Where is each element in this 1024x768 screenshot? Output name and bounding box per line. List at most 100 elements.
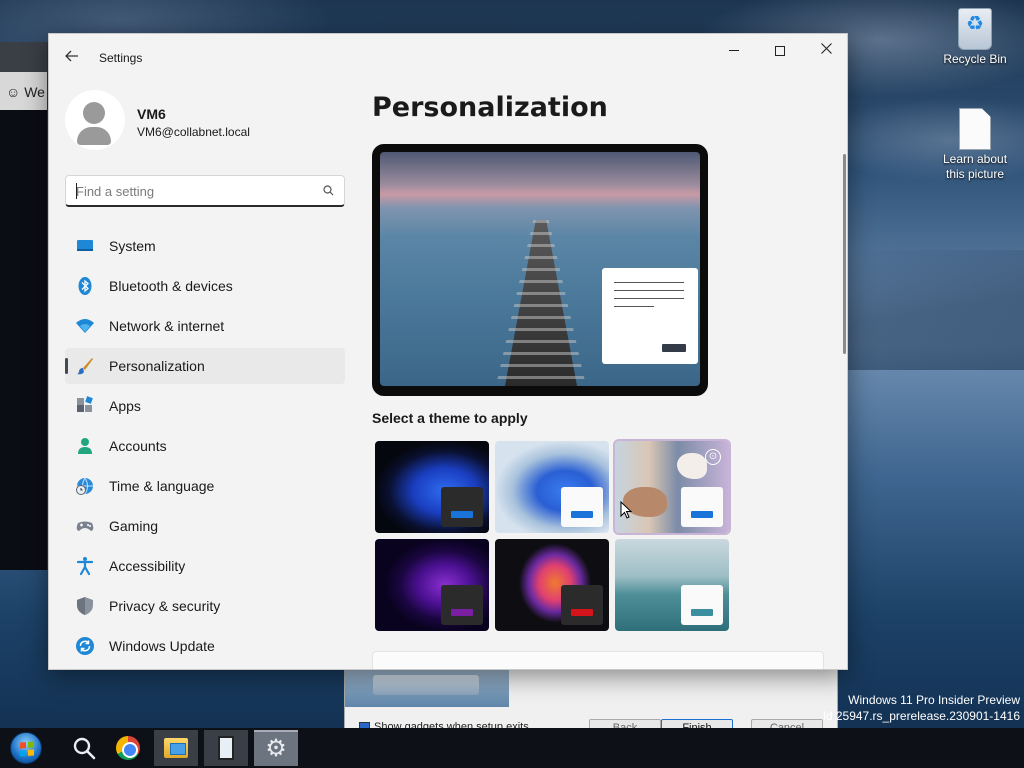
settings-card[interactable]	[372, 651, 824, 669]
page-title: Personalization	[372, 92, 608, 123]
recycle-bin-label: Recycle Bin	[943, 52, 1007, 66]
desktop-mountain	[848, 250, 1024, 370]
title-bar: Settings	[49, 34, 847, 82]
sidebar-item-label: Personalization	[109, 358, 205, 374]
flower-image	[677, 453, 707, 479]
learn-picture-shortcut[interactable]: Learn about this picture	[935, 108, 1015, 182]
sidebar-item-privacy[interactable]: Privacy & security	[65, 588, 345, 624]
taskbar-chrome-button[interactable]	[106, 730, 150, 766]
person-icon	[78, 438, 92, 454]
theme-preview	[372, 144, 708, 396]
theme-tile-dark-bloom[interactable]	[375, 441, 489, 533]
user-email: VM6@collabnet.local	[137, 125, 250, 139]
theme-mini-window	[561, 487, 603, 527]
sidebar-item-label: Bluetooth & devices	[109, 278, 233, 294]
chrome-icon	[116, 736, 140, 760]
theme-mini-window	[561, 585, 603, 625]
accessibility-icon	[76, 557, 94, 576]
theme-accent-swatch	[571, 609, 593, 616]
theme-mini-window	[441, 585, 483, 625]
theme-accent-swatch	[451, 609, 473, 616]
background-window-title: We	[24, 84, 45, 100]
sidebar-item-system[interactable]: System	[65, 228, 345, 264]
back-button[interactable]	[61, 48, 83, 68]
watermark-build: ld 25947.rs_prerelease.230901-1416	[823, 709, 1020, 723]
document-icon	[959, 108, 991, 150]
sidebar-item-apps[interactable]: Apps	[65, 388, 345, 424]
theme-accent-swatch	[691, 609, 713, 616]
background-window[interactable]: ☺ We	[0, 42, 48, 570]
theme-accent-swatch	[571, 511, 593, 518]
maximize-button[interactable]	[757, 34, 803, 66]
sidebar-item-label: Accounts	[109, 438, 167, 454]
spotlight-badge-icon: ⊙	[705, 449, 721, 465]
taskbar-server-button[interactable]	[204, 730, 248, 766]
app-title: Settings	[99, 51, 143, 65]
setup-dialog: Show gadgets when setup exits Back Finis…	[344, 668, 838, 739]
update-icon	[76, 637, 94, 655]
theme-tile-captured-motion[interactable]	[495, 539, 609, 631]
background-window-titlebar	[0, 42, 47, 72]
sidebar-item-windows-update[interactable]: Windows Update	[65, 628, 345, 664]
preview-window-sample	[602, 268, 698, 364]
smile-icon: ☺	[6, 84, 21, 100]
text-caret	[76, 183, 77, 199]
taskbar-explorer-button[interactable]	[154, 730, 198, 766]
bluetooth-icon	[78, 277, 92, 295]
minimize-button[interactable]	[711, 34, 757, 66]
sidebar-item-label: Time & language	[109, 478, 215, 494]
sidebar-item-label: Privacy & security	[109, 598, 221, 614]
theme-tile-flow[interactable]	[615, 539, 729, 631]
file-explorer-icon	[164, 738, 188, 758]
sidebar-item-label: System	[109, 238, 156, 254]
close-icon	[820, 43, 832, 54]
build-watermark: Windows 11 Pro Insider Preview ld 25947.…	[823, 692, 1020, 724]
settings-icon: ⚙	[265, 735, 287, 762]
taskbar-search-button[interactable]	[62, 730, 106, 766]
taskbar-settings-button[interactable]: ⚙	[254, 730, 298, 766]
search-icon	[73, 737, 96, 760]
avatar[interactable]	[65, 90, 125, 150]
sidebar-item-time-language[interactable]: Time & language	[65, 468, 345, 504]
theme-accent-swatch	[691, 511, 713, 518]
shield-icon	[77, 597, 93, 615]
search-icon	[323, 185, 334, 196]
sidebar-item-gaming[interactable]: Gaming	[65, 508, 345, 544]
taskbar: ⚙	[0, 728, 1024, 768]
background-window-header: ☺ We	[0, 72, 47, 110]
watermark-edition: Windows 11 Pro Insider Preview	[848, 693, 1020, 707]
sidebar-item-label: Windows Update	[109, 638, 215, 654]
sidebar-item-network[interactable]: Network & internet	[65, 308, 345, 344]
close-button[interactable]	[803, 34, 847, 66]
learn-picture-label: Learn about this picture	[942, 152, 1008, 181]
sidebar-item-accessibility[interactable]: Accessibility	[65, 548, 345, 584]
back-arrow-icon	[65, 50, 78, 62]
theme-tile-glow[interactable]	[375, 539, 489, 631]
gamepad-icon	[76, 521, 94, 531]
monitor-stand-image	[345, 669, 509, 707]
search-box[interactable]	[65, 175, 345, 207]
theme-tile-light-bloom[interactable]	[495, 441, 609, 533]
apps-icon	[77, 396, 93, 412]
theme-mini-window	[441, 487, 483, 527]
wallpaper-preview	[380, 152, 700, 386]
scrollbar[interactable]	[843, 154, 846, 354]
monitor-icon	[77, 240, 93, 251]
sidebar-item-personalization[interactable]: Personalization	[65, 348, 345, 384]
brush-icon	[77, 358, 93, 375]
sidebar-nav: System Bluetooth & devices Network & int…	[65, 228, 345, 668]
sidebar-item-label: Accessibility	[109, 558, 186, 574]
search-input[interactable]	[76, 182, 306, 200]
sidebar-item-label: Network & internet	[109, 318, 225, 334]
sidebar-item-accounts[interactable]: Accounts	[65, 428, 345, 464]
sidebar-item-label: Apps	[109, 398, 141, 414]
start-icon	[10, 732, 42, 764]
theme-tile-spotlight[interactable]: ⊙	[613, 439, 731, 535]
start-button[interactable]	[4, 730, 48, 766]
pier-planks	[495, 220, 587, 386]
recycle-bin-shortcut[interactable]: Recycle Bin	[935, 8, 1015, 67]
user-name: VM6	[137, 106, 166, 122]
sidebar-item-bluetooth[interactable]: Bluetooth & devices	[65, 268, 345, 304]
globe-clock-icon	[76, 477, 93, 495]
server-manager-icon	[218, 736, 234, 760]
